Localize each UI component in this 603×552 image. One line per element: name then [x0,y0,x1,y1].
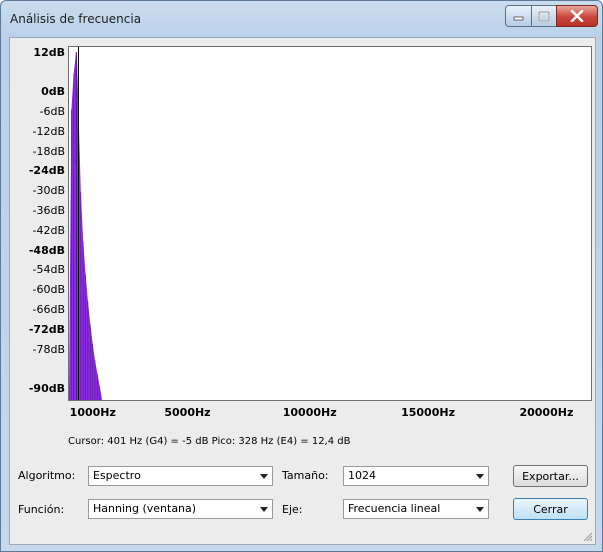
maximize-icon [538,10,550,22]
frequency-analysis-window: Análisis de frecuencia 12dB 0dB -6dB -12dB -… [0,0,603,552]
chevron-down-icon [256,467,272,485]
chevron-down-icon [472,467,488,485]
dialog-client-area: 12dB 0dB -6dB -12dB -18dB -24dB -30dB -36dB -42d… [9,37,596,545]
y-tick-label: -42dB [32,223,66,237]
x-tick-label: 10000Hz [282,406,337,419]
cerrar-button[interactable]: Cerrar [513,498,588,520]
y-tick-label: -24dB [28,164,65,178]
y-tick-label: -36dB [32,203,66,217]
minimize-button[interactable] [505,5,532,27]
exportar-button[interactable]: Exportar... [513,465,588,487]
chevron-down-icon [256,500,272,518]
y-tick-label: -90dB [28,382,65,396]
funcion-select[interactable]: Hanning (ventana) [88,499,273,519]
y-tick-label: -66dB [32,302,66,316]
window-title: Análisis de frecuencia [10,12,142,26]
y-tick-label: 0dB [41,85,65,99]
x-tick-label: 1000Hz [69,406,116,419]
title-bar[interactable]: Análisis de frecuencia [1,1,602,37]
algoritmo-value: Espectro [93,469,141,482]
y-tick-label: -72dB [28,322,65,336]
funcion-label: Función: [18,503,65,516]
resize-grip-icon[interactable] [583,532,593,542]
y-tick-label: -30dB [32,184,66,198]
eje-select[interactable]: Frecuencia lineal [343,499,489,519]
y-tick-label: -78dB [32,342,66,356]
cursor-peak-status: Cursor: 401 Hz (G4) = -5 dB Pico: 328 Hz… [68,436,351,447]
y-tick-label: -6dB [39,104,66,118]
chevron-down-icon [472,500,488,518]
minimize-icon [513,16,523,21]
maximize-button[interactable] [531,5,557,27]
algoritmo-label: Algoritmo: [18,469,76,482]
eje-value: Frecuencia lineal [348,502,441,515]
y-tick-label: -60dB [32,283,66,297]
y-tick-label: 12dB [33,45,65,59]
y-tick-label: -54dB [32,263,66,277]
spectrum-plot [68,47,103,401]
y-tick-label: -18dB [32,144,66,158]
algoritmo-select[interactable]: Espectro [88,466,273,486]
tamano-label: Tamaño: [282,469,329,482]
close-icon [570,10,584,22]
x-tick-label: 5000Hz [164,406,211,419]
y-tick-label: -48dB [28,243,65,257]
spectrum-graph[interactable] [68,46,592,401]
tamano-value: 1024 [348,469,376,482]
tamano-select[interactable]: 1024 [343,466,489,486]
close-button[interactable] [556,5,598,27]
funcion-value: Hanning (ventana) [93,502,197,515]
x-tick-label: 15000Hz [401,406,455,419]
eje-label: Eje: [282,503,303,516]
x-tick-label: 20000Hz [519,406,574,419]
y-tick-label: -12dB [32,124,66,138]
